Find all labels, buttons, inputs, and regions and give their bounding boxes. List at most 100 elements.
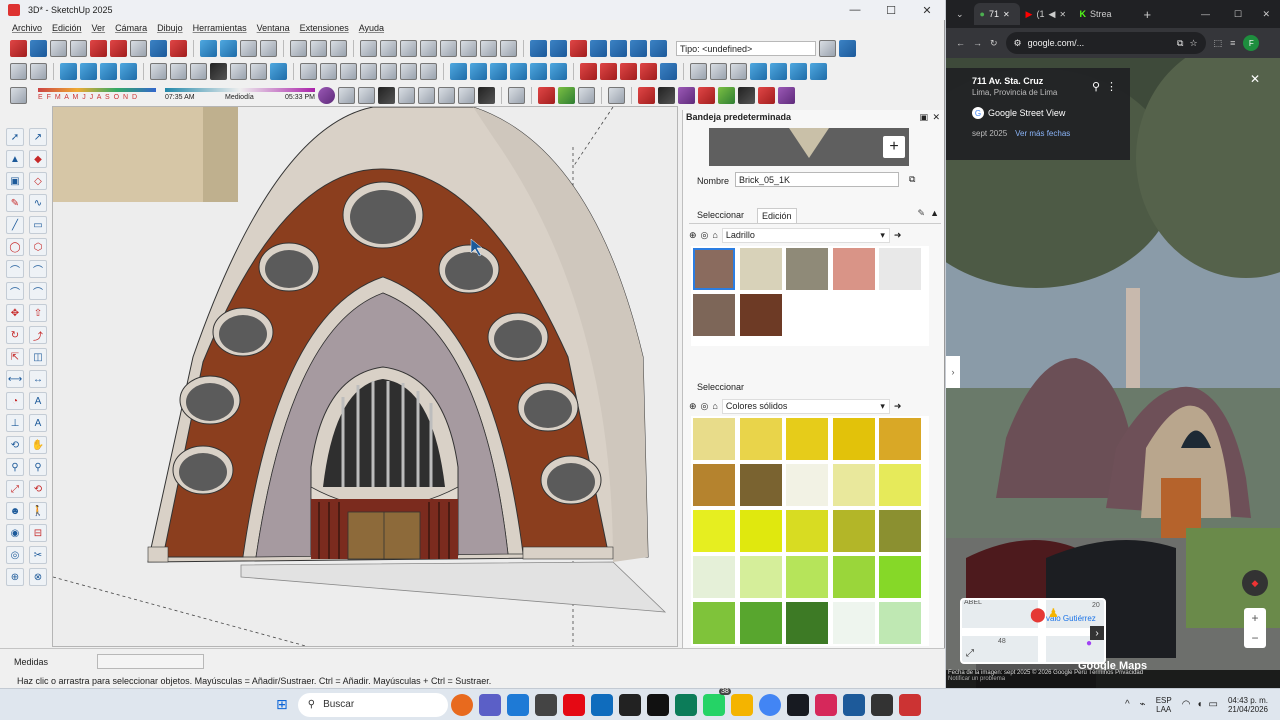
swatch[interactable] [786,556,829,598]
tool-icon[interactable]: ⊕ [6,568,24,586]
tool-icon[interactable] [600,63,617,80]
tool-icon[interactable]: ⊗ [29,568,47,586]
bookmark-star-icon[interactable]: ☆ [1189,38,1197,49]
tab-close-icon[interactable]: ✕ [1059,10,1066,19]
target-icon[interactable]: ◎ [701,230,709,241]
offset-icon[interactable]: ◫ [29,348,47,366]
component-icon[interactable]: ▣ [6,172,24,190]
tool-icon[interactable] [270,63,287,80]
tab-search-icon[interactable]: ⌄ [956,9,964,20]
arc-icon[interactable]: ⌒ [29,282,47,300]
minimap[interactable]: ABEL valo Gutiérrez 20 48 ⬤ ♟ ● ⤢ › [960,598,1106,664]
zoom-in-button[interactable]: + [1251,611,1258,625]
tool-icon[interactable] [10,63,27,80]
orbit-icon[interactable]: ⟲ [6,436,24,454]
eraser-icon[interactable]: ◇ [29,172,47,190]
tool-icon[interactable] [60,63,77,80]
scale-icon[interactable]: ⇱ [6,348,24,366]
show-hidden-icon[interactable]: ^ [1125,699,1130,710]
swatch[interactable] [879,248,922,290]
sandbox-icon[interactable] [678,86,695,104]
source-row[interactable]: G Google Street View [972,107,1104,119]
sandbox-icon[interactable] [778,86,795,104]
swatch[interactable] [832,248,875,290]
tool-icon[interactable] [620,63,637,80]
3dtext-icon[interactable]: A [29,414,47,432]
delete-icon[interactable] [420,40,437,57]
sandbox-icon[interactable] [638,86,655,104]
menu-ver[interactable]: Ver [92,23,106,33]
swatch[interactable] [693,418,735,460]
tool-icon[interactable] [210,63,227,80]
tool-icon[interactable] [530,63,547,80]
clock[interactable]: 04:43 p. m. 21/04/2026 [1228,696,1268,714]
whatsapp-icon[interactable]: 38 [702,687,731,716]
expand-map-icon[interactable]: ⤢ [966,648,974,659]
circle-icon[interactable]: ◯ [6,238,24,256]
select-icon[interactable]: ↗ [29,128,47,146]
sandbox-icon[interactable] [718,86,735,104]
close-icon[interactable] [730,63,747,80]
swatch[interactable] [786,418,829,460]
tool-icon[interactable] [110,40,127,57]
store-icon[interactable] [506,693,529,716]
drop-icon[interactable] [750,63,767,80]
netflix-icon[interactable] [562,693,585,716]
app-icon[interactable] [814,693,837,716]
app-icon[interactable] [898,693,921,716]
outlook-icon[interactable] [590,693,613,716]
swatch[interactable] [739,464,782,506]
zoom-extents-icon[interactable] [90,40,107,57]
tool-icon[interactable] [120,63,137,80]
details-icon[interactable]: ➜ [894,230,902,241]
tool-icon[interactable] [10,40,27,57]
tab-edit[interactable]: Edición [757,208,797,223]
tool-icon[interactable] [150,63,167,80]
swatch[interactable] [739,510,782,552]
install-icon[interactable]: ⧉ [1177,38,1183,49]
axes-icon[interactable]: ⊥ [6,414,24,432]
camera-icon[interactable] [534,693,557,716]
tool-icon[interactable] [570,40,587,57]
measures-field[interactable] [97,654,204,669]
menu-ventana[interactable]: Ventana [257,23,290,33]
copy-icon[interactable] [380,40,397,57]
text-icon[interactable]: A [29,392,47,410]
rotate-icon[interactable]: ↻ [6,326,24,344]
tool-icon[interactable] [30,40,47,57]
details-icon[interactable]: ➜ [894,401,902,412]
steam-icon[interactable] [618,693,641,716]
tool-icon[interactable] [590,40,607,57]
tool-icon[interactable] [358,86,375,104]
close-button[interactable]: ✕ [1262,9,1270,20]
open-folder-icon[interactable] [310,40,327,57]
swatch[interactable] [786,602,829,644]
swatch[interactable] [693,602,735,644]
next-arrow-icon[interactable]: › [1090,626,1104,640]
report-link[interactable]: Notificar un problema [948,676,1280,682]
tool-icon[interactable] [220,40,237,57]
tool-icon[interactable] [630,40,647,57]
swatch[interactable] [832,556,875,598]
library-1-select[interactable]: Ladrillo ▾ [721,227,890,243]
swatch[interactable] [879,510,922,552]
arc-icon[interactable]: ⌒ [6,260,24,278]
reload-icon[interactable]: ↻ [990,38,998,49]
tool-icon[interactable] [470,63,487,80]
tool-icon[interactable] [660,63,677,80]
menu-ayuda[interactable]: Ayuda [359,23,384,33]
followme-icon[interactable]: ⤴ [29,326,47,344]
zoom-extents-icon[interactable]: ⤢ [6,480,24,498]
select-icon[interactable]: ➚ [6,128,24,146]
tool-icon[interactable] [378,86,395,104]
chrome-icon[interactable] [758,693,781,716]
tool-icon[interactable] [650,40,667,57]
expand-panel-icon[interactable]: › [946,356,960,388]
menu-archivo[interactable]: Archivo [12,23,42,33]
swatch[interactable] [832,602,875,644]
maximize-button[interactable]: ☐ [1234,9,1242,20]
tool-icon[interactable] [170,63,187,80]
search-box[interactable]: ⚲ Buscar [297,692,448,717]
tool-icon[interactable] [490,63,507,80]
tool-icon[interactable] [230,63,247,80]
